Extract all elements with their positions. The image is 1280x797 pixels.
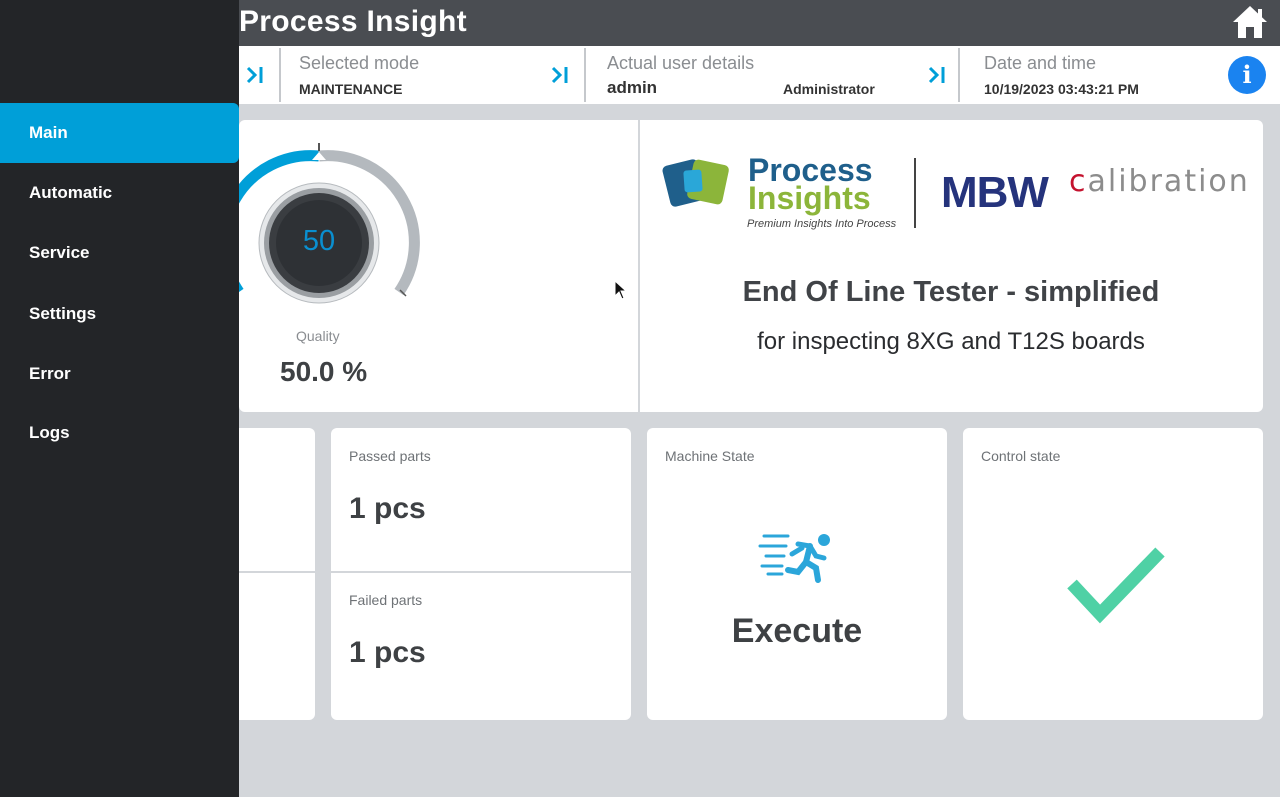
control-state-label: Control state bbox=[981, 448, 1061, 464]
card-divider bbox=[638, 120, 640, 412]
sidebar-item-service[interactable]: Service bbox=[0, 223, 239, 283]
logo-calibration-rest: alibration bbox=[1087, 164, 1250, 199]
failed-label: Failed parts bbox=[349, 592, 423, 608]
jump-datetime-button[interactable] bbox=[926, 64, 948, 86]
mode-label: Selected mode bbox=[299, 53, 420, 73]
gauge-value: 50 bbox=[302, 225, 336, 257]
home-button[interactable] bbox=[1232, 5, 1268, 39]
chevron-bar-right-icon bbox=[551, 66, 568, 84]
mouse-cursor-icon bbox=[614, 280, 628, 300]
checkmark-icon bbox=[1067, 547, 1165, 624]
logo-calibration: calibration bbox=[1069, 164, 1250, 199]
product-subtitle: for inspecting 8XG and T12S boards bbox=[757, 328, 1145, 355]
sidebar-item-label: Error bbox=[29, 364, 71, 383]
passed-label: Passed parts bbox=[349, 448, 431, 464]
sidebar-item-main[interactable]: Main bbox=[0, 103, 239, 163]
user-name: admin bbox=[607, 78, 658, 97]
sidebar-item-logs[interactable]: Logs bbox=[0, 403, 239, 463]
home-icon bbox=[1233, 6, 1267, 38]
sidebar-item-settings[interactable]: Settings bbox=[0, 284, 239, 344]
jump-mode-button[interactable] bbox=[244, 64, 266, 86]
left-card bbox=[239, 428, 315, 720]
passed-value: 1 pcs bbox=[349, 492, 426, 525]
datetime-label: Date and time bbox=[984, 53, 1097, 73]
process-insights-logo-icon bbox=[662, 159, 729, 207]
datetime-value: 10/19/2023 03:43:21 PM bbox=[984, 81, 1139, 97]
sidebar-item-label: Main bbox=[29, 123, 68, 142]
quality-value: 50.0 % bbox=[280, 356, 368, 387]
quality-label: Quality bbox=[296, 328, 340, 344]
info-icon: i bbox=[1242, 60, 1252, 89]
strip-divider bbox=[279, 48, 281, 102]
parts-divider bbox=[331, 571, 631, 573]
failed-value: 1 pcs bbox=[349, 636, 426, 669]
logo-mbw: MBW bbox=[941, 168, 1049, 217]
chevron-bar-right-icon bbox=[928, 66, 945, 84]
sidebar: Main Automatic Service Settings Error Lo… bbox=[0, 0, 239, 797]
info-button[interactable]: i bbox=[1228, 56, 1266, 94]
running-person-icon bbox=[758, 534, 830, 583]
parts-card: Passed parts 1 pcs Failed parts 1 pcs bbox=[331, 428, 631, 720]
logo-tagline: Premium Insights Into Process bbox=[747, 218, 897, 230]
sidebar-item-label: Service bbox=[29, 243, 90, 262]
sidebar-item-label: Logs bbox=[29, 423, 70, 442]
quality-gauge bbox=[239, 143, 420, 304]
logo-divider bbox=[914, 158, 916, 228]
machine-state-label: Machine State bbox=[665, 448, 755, 464]
strip-divider bbox=[584, 48, 586, 102]
sidebar-item-automatic[interactable]: Automatic bbox=[0, 163, 239, 223]
user-role: Administrator bbox=[783, 81, 875, 97]
machine-state-value: Execute bbox=[731, 612, 863, 650]
jump-user-button[interactable] bbox=[549, 64, 571, 86]
user-label: Actual user details bbox=[607, 53, 755, 73]
logo-insights-text: Insights bbox=[748, 180, 871, 216]
logo-calibration-c: c bbox=[1069, 164, 1088, 199]
sidebar-item-error[interactable]: Error bbox=[0, 344, 239, 404]
sidebar-item-label: Settings bbox=[29, 304, 97, 323]
sidebar-item-label: Automatic bbox=[29, 183, 113, 202]
product-title: End Of Line Tester - simplified bbox=[742, 276, 1160, 308]
strip-divider bbox=[958, 48, 960, 102]
app-title: Process Insight bbox=[239, 5, 467, 38]
mode-value: MAINTENANCE bbox=[299, 81, 403, 97]
chevron-bar-right-icon bbox=[246, 66, 263, 84]
